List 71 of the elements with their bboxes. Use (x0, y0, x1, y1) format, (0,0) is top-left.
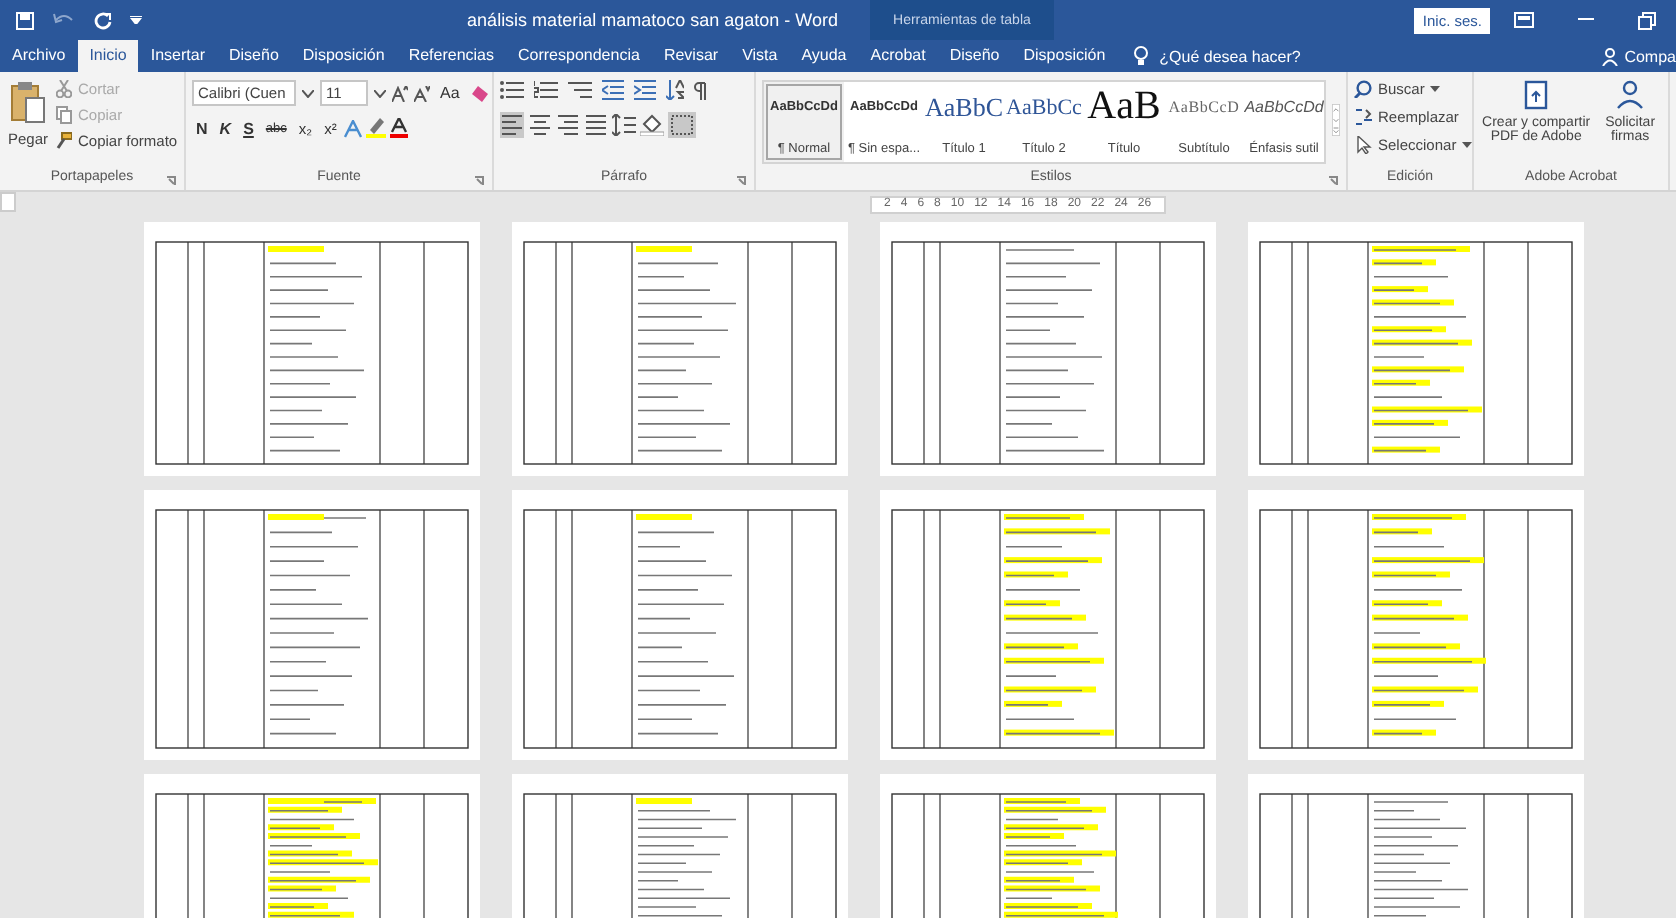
minimize-icon[interactable] (1578, 18, 1594, 22)
grow-font-icon[interactable] (392, 85, 408, 101)
tell-me-field[interactable]: ¿Qué desea hacer? (1159, 47, 1301, 65)
bullets-icon[interactable] (500, 80, 524, 100)
dropdown-caret-icon[interactable] (1430, 86, 1441, 92)
center-button[interactable] (528, 112, 552, 138)
replace-icon (1354, 108, 1372, 126)
style-preview: AaBbC (925, 90, 1003, 124)
font-color-icon[interactable] (390, 118, 409, 138)
increase-indent-icon[interactable] (634, 80, 656, 100)
clipboard-icon[interactable] (10, 80, 46, 124)
borders-icon[interactable] (668, 112, 696, 138)
ribbon-tab[interactable]: Disposición (1011, 40, 1118, 72)
save-icon[interactable] (16, 11, 34, 29)
ribbon-tab[interactable]: Disposición (290, 40, 397, 72)
style-preview: AaB (1087, 90, 1161, 124)
justify-button[interactable] (584, 112, 608, 138)
dialog-launcher-icon[interactable] (166, 176, 176, 186)
ribbon-display-icon[interactable] (1514, 12, 1534, 28)
ribbon-tab[interactable]: Revisar (651, 40, 731, 72)
style-preview: AaBbCcD (1168, 96, 1240, 120)
dropdown-caret-icon[interactable] (302, 89, 314, 97)
decrease-indent-icon[interactable] (602, 80, 624, 100)
paintbrush-icon (56, 132, 72, 150)
lightbulb-icon (1133, 46, 1148, 66)
dialog-launcher-icon[interactable] (1328, 176, 1338, 186)
line-spacing-icon[interactable] (612, 114, 636, 136)
window-title: análisis material mamatoco san agaton - Word (465, 10, 840, 30)
ribbon-tab[interactable]: Ayuda (789, 40, 859, 72)
dropdown-caret-icon[interactable] (374, 89, 386, 97)
signature-icon (1616, 80, 1645, 110)
ribbon-tab[interactable]: Vista (730, 40, 790, 72)
highlighter-icon[interactable] (366, 118, 387, 138)
ribbon-tab[interactable]: Diseño (937, 40, 1012, 72)
ribbon-tab[interactable]: Diseño (217, 40, 291, 72)
restore-icon[interactable] (1638, 11, 1656, 29)
copy-icon (56, 106, 72, 124)
person-icon (1602, 47, 1619, 65)
format-button[interactable]: N (192, 119, 212, 137)
share-button[interactable]: Compa (1624, 47, 1676, 65)
undo-icon[interactable] (52, 12, 76, 28)
ribbon-tab[interactable]: Referencias (396, 40, 506, 72)
redo-icon[interactable] (94, 11, 112, 29)
format-button[interactable]: K (215, 119, 236, 137)
customize-caret-icon[interactable] (130, 16, 142, 24)
align-left-button[interactable] (500, 112, 524, 138)
shrink-font-icon[interactable] (414, 85, 430, 101)
pdf-share-icon (1522, 80, 1551, 110)
dialog-launcher-icon[interactable] (474, 176, 484, 186)
numbering-icon[interactable] (534, 80, 558, 100)
ribbon-tab[interactable]: Acrobat (858, 40, 938, 72)
sort-icon[interactable] (666, 80, 684, 100)
align-right-button[interactable] (556, 112, 580, 138)
pilcrow-icon[interactable] (694, 81, 706, 99)
style-preview: AaBbCcDd (1244, 96, 1324, 120)
ribbon-tab[interactable]: Archivo (0, 40, 78, 72)
ribbon-tab[interactable]: Insertar (138, 40, 217, 72)
style-preview: AaBbCc (1006, 93, 1082, 123)
change-case-button[interactable]: Aa (436, 84, 464, 102)
ribbon-tab[interactable]: Correspondencia (506, 40, 652, 72)
ribbon-tab[interactable]: Inicio (77, 40, 139, 72)
eraser-icon[interactable] (469, 85, 488, 101)
cursor-icon (1354, 136, 1372, 154)
shading-icon[interactable] (640, 114, 664, 136)
dropdown-caret-icon[interactable] (1462, 142, 1473, 148)
scissors-icon (56, 80, 72, 98)
text-effects-icon[interactable] (344, 119, 363, 137)
dialog-launcher-icon[interactable] (736, 176, 746, 186)
format-button[interactable]: S (239, 119, 258, 137)
multilevel-list-icon[interactable] (568, 80, 592, 100)
search-icon (1354, 80, 1372, 98)
